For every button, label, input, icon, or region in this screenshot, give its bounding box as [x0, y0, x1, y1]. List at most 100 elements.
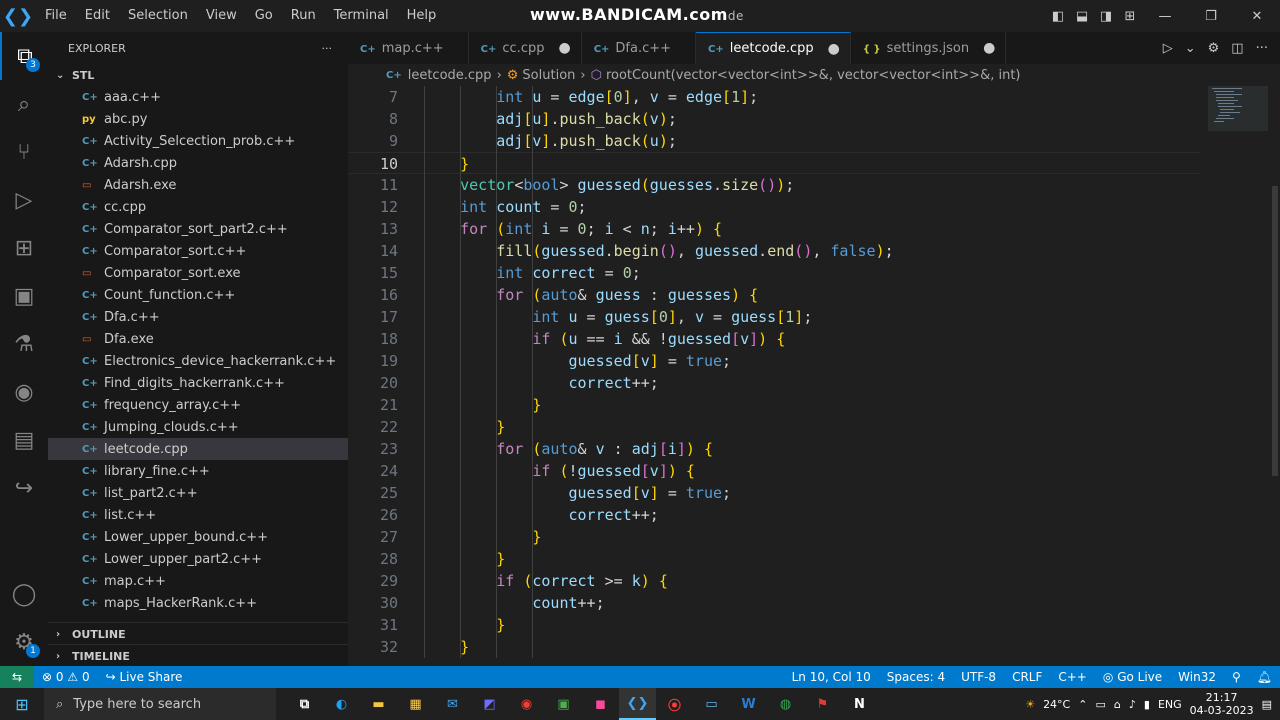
menu-help[interactable]: Help	[398, 0, 446, 32]
outline-header[interactable]: › OUTLINE	[48, 623, 348, 645]
encoding[interactable]: UTF-8	[953, 670, 1004, 684]
live-share-icon[interactable]: ↪	[0, 464, 48, 512]
more-actions-icon[interactable]: ···	[1256, 41, 1268, 56]
remote-indicator-icon[interactable]: ⇆	[0, 666, 34, 688]
explorer-icon[interactable]: ⧉ 3	[0, 32, 48, 80]
unsaved-dot-icon[interactable]: ●	[558, 40, 570, 56]
menu-file[interactable]: File	[36, 0, 76, 32]
minimap[interactable]	[1208, 86, 1280, 666]
file-item[interactable]: ▭ Comparator_sort.exe	[48, 262, 348, 284]
code-line[interactable]: 23 for (auto& v : adj[i]) {	[348, 438, 1200, 460]
file-item[interactable]: C+ maps_HackerRank.c++	[48, 592, 348, 614]
file-item[interactable]: C+ Count_function.c++	[48, 284, 348, 306]
toggle-sidebar-icon[interactable]: ◧	[1046, 9, 1070, 24]
end-of-line[interactable]: CRLF	[1004, 670, 1050, 684]
breadcrumb-class[interactable]: Solution	[522, 68, 575, 83]
task-view-icon[interactable]: ⧉	[286, 688, 323, 720]
codeblocks-icon[interactable]: ▣	[545, 688, 582, 720]
menu-view[interactable]: View	[197, 0, 246, 32]
live-share-button[interactable]: ↪ Live Share	[98, 670, 191, 684]
file-item[interactable]: C+ list.c++	[48, 504, 348, 526]
code-line[interactable]: 7 int u = edge[0], v = edge[1];	[348, 86, 1200, 108]
file-item[interactable]: ▭ Dfa.exe	[48, 328, 348, 350]
notes-app-icon[interactable]: ▦	[397, 688, 434, 720]
code-editor[interactable]: 7 int u = edge[0], v = edge[1]; 8 adj[u].…	[348, 86, 1280, 666]
file-item[interactable]: C+ library_fine.c++	[48, 460, 348, 482]
windows-start-icon[interactable]: ⊞	[0, 688, 44, 720]
platform-indicator[interactable]: Win32	[1170, 670, 1224, 684]
file-item[interactable]: C+ Find_digits_hackerrank.c++	[48, 372, 348, 394]
tray-app-icon[interactable]: ▭	[1095, 698, 1105, 711]
edge-browser-icon[interactable]: ◐	[323, 688, 360, 720]
code-line[interactable]: 22 }	[348, 416, 1200, 438]
remote-explorer-icon[interactable]: ▣	[0, 272, 48, 320]
menu-go[interactable]: Go	[246, 0, 282, 32]
customize-layout-icon[interactable]: ⊞	[1118, 9, 1142, 24]
code-line[interactable]: 14 fill(guessed.begin(), guessed.end(), …	[348, 240, 1200, 262]
code-line[interactable]: 30 count++;	[348, 592, 1200, 614]
vscode-taskbar-icon[interactable]: ❮❯	[619, 688, 656, 720]
folder-header[interactable]: ⌄ STL	[48, 64, 348, 86]
editor-tab[interactable]: C+ Dfa.c++	[581, 32, 697, 64]
intellij-icon[interactable]: ◼	[582, 688, 619, 720]
tray-expand-icon[interactable]: ⌃	[1078, 698, 1087, 711]
notifications-bell-icon[interactable]: 🔔︎	[1249, 670, 1280, 684]
unsaved-dot-icon[interactable]: ●	[983, 40, 995, 56]
toggle-secondary-sidebar-icon[interactable]: ◨	[1094, 9, 1118, 24]
code-line[interactable]: 10 }	[348, 152, 1200, 174]
code-line[interactable]: 27 }	[348, 526, 1200, 548]
more-actions-icon[interactable]: ···	[322, 42, 333, 55]
file-item[interactable]: C+ cc.cpp	[48, 196, 348, 218]
file-item[interactable]: C+ Jumping_clouds.c++	[48, 416, 348, 438]
code-line[interactable]: 21 }	[348, 394, 1200, 416]
file-item[interactable]: C+ frequency_array.c++	[48, 394, 348, 416]
toggle-panel-icon[interactable]: ⬓	[1070, 9, 1094, 24]
source-control-icon[interactable]: ⑂	[0, 128, 48, 176]
paint-app-icon[interactable]: ◩	[471, 688, 508, 720]
battery-icon[interactable]: ▮	[1144, 698, 1150, 711]
remote-desktop-icon[interactable]: ▭	[693, 688, 730, 720]
code-line[interactable]: 13 for (int i = 0; i < n; i++) {	[348, 218, 1200, 240]
file-item[interactable]: ▭ Adarsh.exe	[48, 174, 348, 196]
file-item[interactable]: C+ Comparator_sort_part2.c++	[48, 218, 348, 240]
breadcrumb-file[interactable]: leetcode.cpp	[408, 68, 492, 83]
weather-icon[interactable]: ☀	[1025, 698, 1035, 711]
run-debug-icon[interactable]: ▷	[0, 176, 48, 224]
chevron-down-icon[interactable]: ⌄	[1185, 41, 1196, 56]
search-icon[interactable]: ⌕	[0, 80, 48, 128]
notification-center-icon[interactable]: ▤	[1262, 698, 1272, 711]
feedback-icon[interactable]: ⚲	[1224, 670, 1249, 684]
cursor-position[interactable]: Ln 10, Col 10	[784, 670, 879, 684]
manage-gear-icon[interactable]: ⚙ 1	[0, 618, 48, 666]
split-editor-icon[interactable]: ◫	[1231, 41, 1243, 56]
menu-terminal[interactable]: Terminal	[325, 0, 398, 32]
close-window-button[interactable]: ✕	[1234, 9, 1280, 24]
editor-tab[interactable]: C+ cc.cpp ●	[468, 32, 582, 64]
menu-edit[interactable]: Edit	[76, 0, 119, 32]
notion-icon[interactable]: N	[841, 688, 878, 720]
menu-run[interactable]: Run	[282, 0, 325, 32]
accounts-icon[interactable]: ◯	[0, 570, 48, 618]
code-line[interactable]: 17 int u = guess[0], v = guess[1];	[348, 306, 1200, 328]
keyboard-language[interactable]: ENG	[1158, 698, 1182, 711]
settings-gear-icon[interactable]: ⚙	[1208, 41, 1220, 56]
code-line[interactable]: 8 adj[u].push_back(v);	[348, 108, 1200, 130]
language-mode[interactable]: C++	[1050, 670, 1095, 684]
bandicam-record-icon[interactable]: ⦿	[656, 688, 693, 720]
editor-tab[interactable]: C+ map.c++	[348, 32, 469, 64]
mail-icon[interactable]: ✉	[434, 688, 471, 720]
file-item[interactable]: py abc.py	[48, 108, 348, 130]
file-item[interactable]: C+ Activity_Selcection_prob.c++	[48, 130, 348, 152]
globe-app-icon[interactable]: ◍	[767, 688, 804, 720]
volume-icon[interactable]: ♪	[1129, 698, 1136, 711]
clock[interactable]: 21:17 04-03-2023	[1190, 691, 1254, 717]
code-line[interactable]: 32 }	[348, 636, 1200, 658]
file-explorer-icon[interactable]: ▬	[360, 688, 397, 720]
code-line[interactable]: 11 vector<bool> guessed(guesses.size());	[348, 174, 1200, 196]
minimize-button[interactable]: —	[1142, 9, 1188, 24]
extensions-icon[interactable]: ⊞	[0, 224, 48, 272]
github-icon[interactable]: ◉	[0, 368, 48, 416]
code-line[interactable]: 24 if (!guessed[v]) {	[348, 460, 1200, 482]
code-line[interactable]: 18 if (u == i && !guessed[v]) {	[348, 328, 1200, 350]
file-item[interactable]: C+ Comparator_sort.c++	[48, 240, 348, 262]
